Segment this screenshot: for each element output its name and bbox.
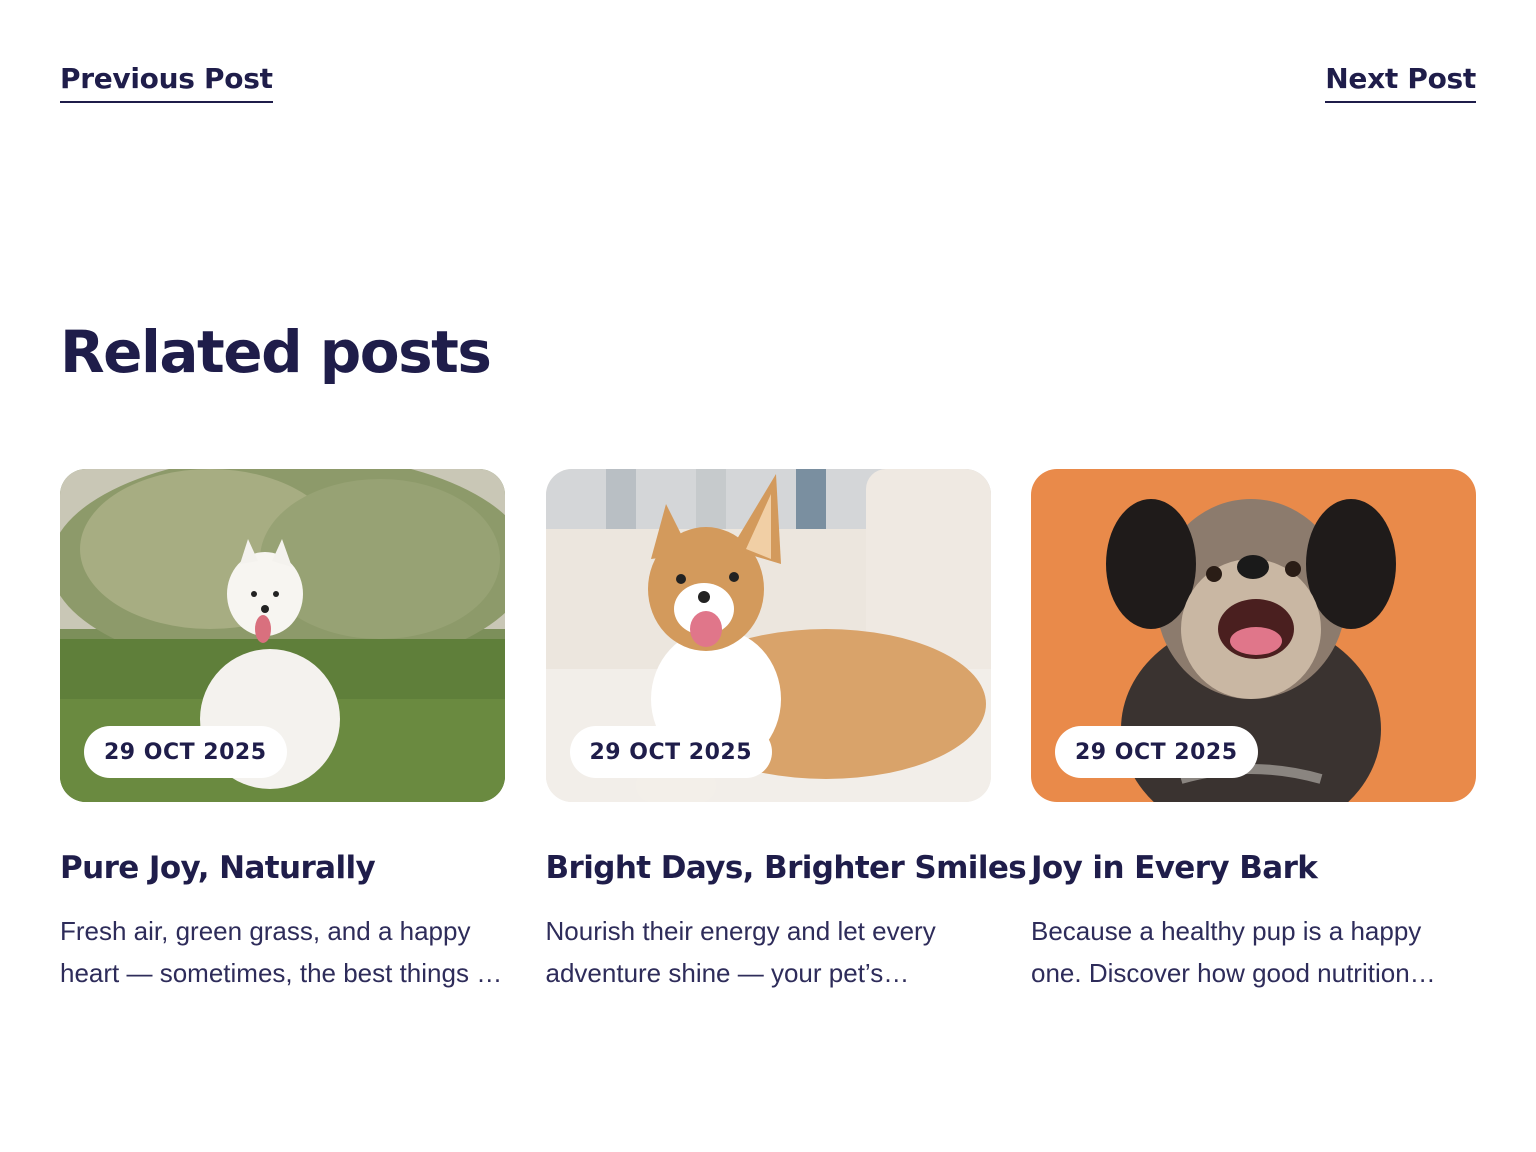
post-excerpt: Fresh air, green grass, and a happy hear… — [60, 916, 497, 988]
post-image[interactable]: 29 OCT 2025 — [545, 469, 991, 802]
related-post-card[interactable]: 29 OCT 2025 Bright Days, Brighter Smiles… — [545, 469, 1027, 994]
post-excerpt: Nourish their energy and let every adven… — [545, 916, 936, 988]
next-post-link[interactable]: Next Post — [1325, 62, 1476, 103]
related-post-card[interactable]: 29 OCT 2025 Pure Joy, Naturally Fresh ai… — [60, 469, 505, 994]
post-title[interactable]: Bright Days, Brighter Smiles — [546, 850, 1027, 886]
previous-post-link[interactable]: Previous Post — [60, 62, 273, 103]
post-image[interactable]: 29 OCT 2025 — [1031, 469, 1476, 802]
post-excerpt: Because a healthy pup is a happy one. Di… — [1031, 916, 1422, 988]
post-navigation: Previous Post Next Post — [60, 62, 1476, 108]
related-post-card[interactable]: 29 OCT 2025 Joy in Every Bark Because a … — [1031, 469, 1476, 994]
post-title[interactable]: Joy in Every Bark — [1031, 850, 1476, 886]
post-date-badge: 29 OCT 2025 — [84, 726, 287, 778]
post-date-badge: 29 OCT 2025 — [569, 726, 773, 778]
post-title[interactable]: Pure Joy, Naturally — [60, 850, 505, 886]
related-posts-list: 29 OCT 2025 Pure Joy, Naturally Fresh ai… — [60, 469, 1476, 994]
post-date-badge: 29 OCT 2025 — [1055, 726, 1258, 778]
post-image[interactable]: 29 OCT 2025 — [60, 469, 505, 802]
related-posts-title: Related posts — [60, 318, 492, 386]
